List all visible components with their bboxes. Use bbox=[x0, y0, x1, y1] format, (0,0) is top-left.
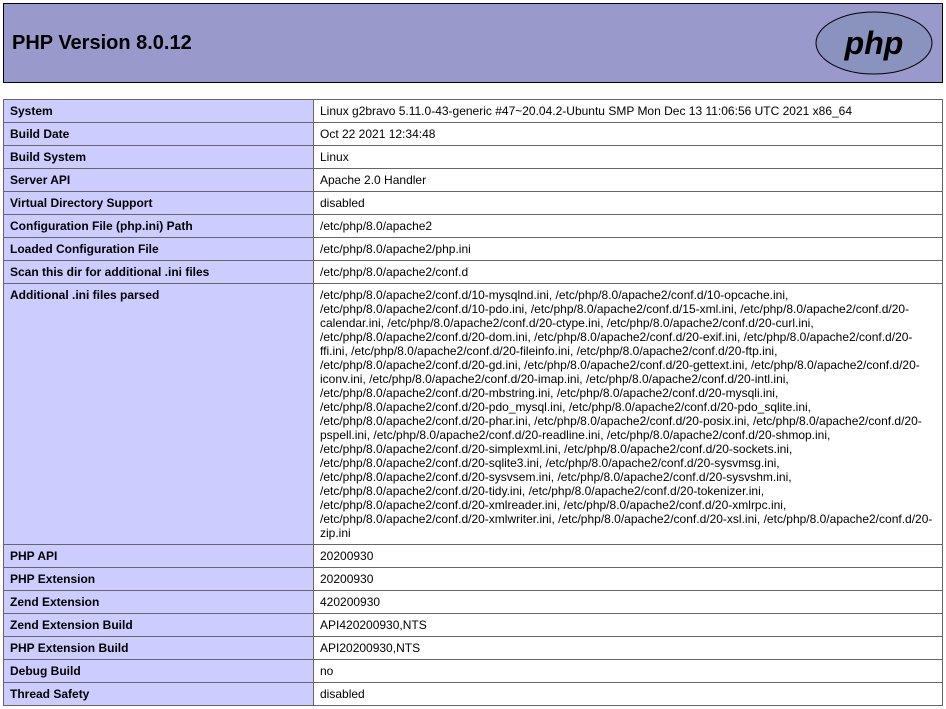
table-row: Debug Build no bbox=[4, 660, 943, 683]
info-table: System Linux g2bravo 5.11.0-43-generic #… bbox=[3, 99, 943, 706]
row-label: Zend Extension Build bbox=[4, 614, 314, 637]
row-label: PHP Extension bbox=[4, 568, 314, 591]
row-value: /etc/php/8.0/apache2/conf.d bbox=[314, 261, 943, 284]
info-table-body: System Linux g2bravo 5.11.0-43-generic #… bbox=[4, 100, 943, 706]
table-row: Additional .ini files parsed /etc/php/8.… bbox=[4, 284, 943, 545]
row-value: /etc/php/8.0/apache2/conf.d/10-mysqlnd.i… bbox=[314, 284, 943, 545]
row-value: 20200930 bbox=[314, 568, 943, 591]
row-value: 20200930 bbox=[314, 545, 943, 568]
table-row: System Linux g2bravo 5.11.0-43-generic #… bbox=[4, 100, 943, 123]
row-label: Debug Build bbox=[4, 660, 314, 683]
row-label: Virtual Directory Support bbox=[4, 192, 314, 215]
row-value: no bbox=[314, 660, 943, 683]
row-value: 420200930 bbox=[314, 591, 943, 614]
table-row: Configuration File (php.ini) Path /etc/p… bbox=[4, 215, 943, 238]
row-label: PHP API bbox=[4, 545, 314, 568]
table-row: Virtual Directory Support disabled bbox=[4, 192, 943, 215]
table-row: Scan this dir for additional .ini files … bbox=[4, 261, 943, 284]
table-row: Build Date Oct 22 2021 12:34:48 bbox=[4, 123, 943, 146]
row-label: Loaded Configuration File bbox=[4, 238, 314, 261]
phpinfo-container: PHP Version 8.0.12 php System Linux g2br… bbox=[3, 3, 943, 706]
table-row: Server API Apache 2.0 Handler bbox=[4, 169, 943, 192]
table-row: PHP API 20200930 bbox=[4, 545, 943, 568]
row-label: Additional .ini files parsed bbox=[4, 284, 314, 545]
row-value: Linux g2bravo 5.11.0-43-generic #47~20.0… bbox=[314, 100, 943, 123]
row-value: Apache 2.0 Handler bbox=[314, 169, 943, 192]
php-logo-icon: php bbox=[814, 10, 934, 76]
row-label: System bbox=[4, 100, 314, 123]
table-row: Zend Extension 420200930 bbox=[4, 591, 943, 614]
table-row: Build System Linux bbox=[4, 146, 943, 169]
row-label: Configuration File (php.ini) Path bbox=[4, 215, 314, 238]
row-label: Server API bbox=[4, 169, 314, 192]
page-title: PHP Version 8.0.12 bbox=[12, 32, 192, 55]
row-value: Linux bbox=[314, 146, 943, 169]
table-row: PHP Extension Build API20200930,NTS bbox=[4, 637, 943, 660]
table-row: Loaded Configuration File /etc/php/8.0/a… bbox=[4, 238, 943, 261]
header-bar: PHP Version 8.0.12 php bbox=[3, 3, 943, 83]
row-value: API20200930,NTS bbox=[314, 637, 943, 660]
table-row: Thread Safety disabled bbox=[4, 683, 943, 706]
row-label: Thread Safety bbox=[4, 683, 314, 706]
row-label: Zend Extension bbox=[4, 591, 314, 614]
row-value: API420200930,NTS bbox=[314, 614, 943, 637]
row-value: /etc/php/8.0/apache2/php.ini bbox=[314, 238, 943, 261]
row-label: PHP Extension Build bbox=[4, 637, 314, 660]
row-value: Oct 22 2021 12:34:48 bbox=[314, 123, 943, 146]
row-label: Build System bbox=[4, 146, 314, 169]
row-value: disabled bbox=[314, 192, 943, 215]
row-label: Scan this dir for additional .ini files bbox=[4, 261, 314, 284]
svg-text:php: php bbox=[844, 25, 904, 61]
row-value: disabled bbox=[314, 683, 943, 706]
row-label: Build Date bbox=[4, 123, 314, 146]
table-row: PHP Extension 20200930 bbox=[4, 568, 943, 591]
table-row: Zend Extension Build API420200930,NTS bbox=[4, 614, 943, 637]
row-value: /etc/php/8.0/apache2 bbox=[314, 215, 943, 238]
